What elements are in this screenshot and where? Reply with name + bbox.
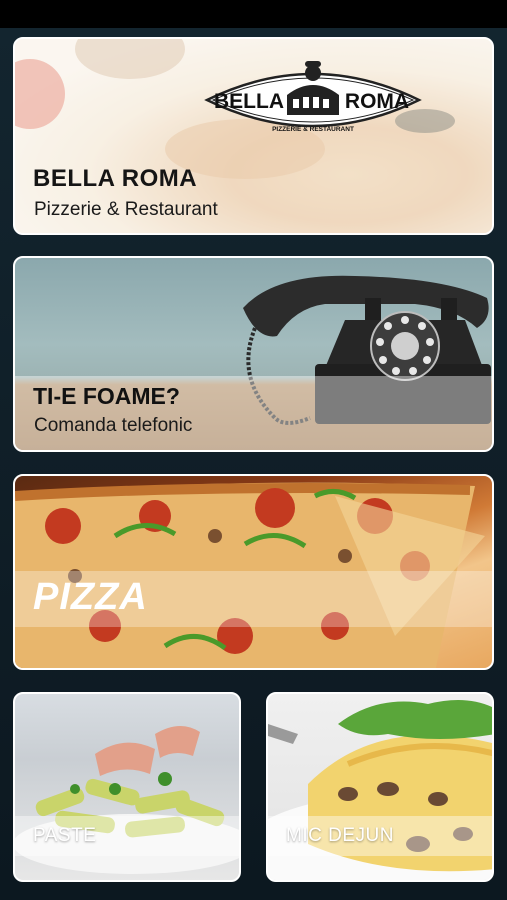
status-bar [0, 0, 507, 28]
logo-left-word: BELLA [214, 90, 284, 113]
pasta-card[interactable]: PASTE [13, 692, 241, 882]
home-screen: BELLA ROMA PIZZERIE & RESTAURANT BELLA R… [0, 28, 507, 900]
restaurant-card[interactable]: BELLA ROMA PIZZERIE & RESTAURANT BELLA R… [13, 37, 494, 235]
logo-arc-text: PIZZERIE & RESTAURANT [272, 126, 354, 133]
phone-order-subtitle: Comanda telefonic [34, 415, 193, 436]
phone-order-title: TI-E FOAME? [33, 383, 180, 409]
breakfast-title: MIC DEJUN [286, 825, 394, 846]
phone-order-card[interactable]: TI-E FOAME? Comanda telefonic [13, 256, 494, 452]
colosseum-logo-icon: BELLA ROMA PIZZERIE & RESTAURANT [204, 61, 422, 133]
pizza-title: PIZZA [33, 576, 148, 618]
breakfast-card[interactable]: MIC DEJUN [266, 692, 494, 882]
restaurant-title: BELLA ROMA [33, 165, 198, 192]
restaurant-subtitle: Pizzerie & Restaurant [34, 199, 218, 220]
pizza-card[interactable]: PIZZA [13, 474, 494, 670]
logo-right-word: ROMA [345, 90, 409, 113]
pasta-title: PASTE [33, 825, 97, 846]
